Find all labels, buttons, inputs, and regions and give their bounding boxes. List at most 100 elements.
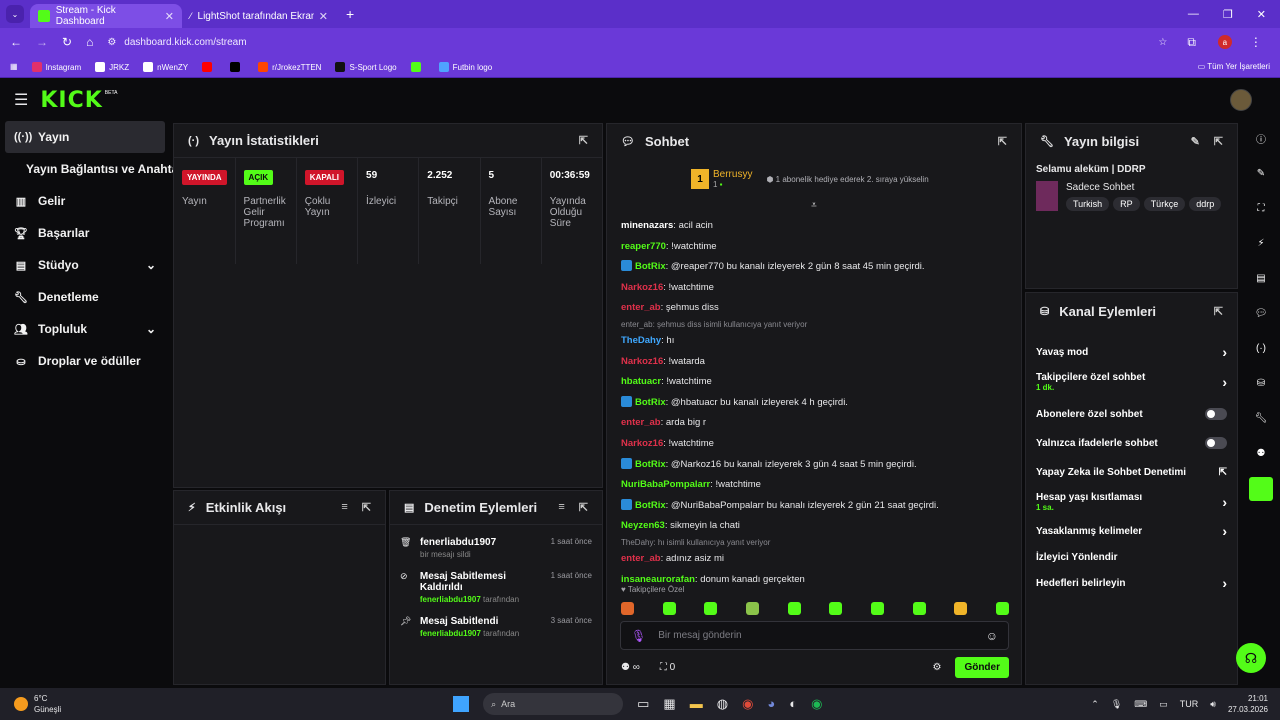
- steam-icon[interactable]: ◐: [789, 696, 797, 712]
- emote-icon[interactable]: [829, 602, 843, 615]
- chat-username[interactable]: insaneaurorafan: [621, 574, 695, 585]
- new-tab-button[interactable]: +: [346, 6, 354, 22]
- chat-username[interactable]: NuriBabaPompalarr: [621, 479, 710, 490]
- bookmark-star-icon[interactable]: ☆: [1158, 37, 1167, 48]
- back-icon[interactable]: ←: [10, 35, 22, 49]
- slow-mode-row[interactable]: Yavaş mod ›: [1026, 339, 1237, 365]
- actions-icon[interactable]: ⛁: [1257, 366, 1265, 401]
- chat-username[interactable]: Narkoz16: [621, 356, 663, 367]
- banned-words-row[interactable]: Yasaklanmış kelimeler ›: [1026, 517, 1237, 545]
- store-icon[interactable]: ▦: [663, 696, 675, 712]
- chat-message[interactable]: hbatuacr: !watchtime: [621, 372, 1007, 393]
- popout-icon[interactable]: ⇱: [1214, 305, 1223, 318]
- popout-icon[interactable]: ⇱: [1214, 135, 1223, 148]
- emote-icon[interactable]: [870, 602, 884, 615]
- chat-message[interactable]: BotRix: @Narkoz16 bu kanalı izleyerek 3 …: [621, 455, 1007, 476]
- bookmark-reddit[interactable]: r/JrokezTTEN: [258, 61, 321, 72]
- chat-message[interactable]: Narkoz16: !watchtime: [621, 278, 1007, 299]
- sidebar-item-studyo[interactable]: ▤ Stüdyo ⌄: [0, 249, 170, 281]
- close-window-icon[interactable]: ✕: [1257, 8, 1266, 21]
- sidebar-item-yayin[interactable]: ((·)) Yayın: [5, 121, 165, 153]
- apps-icon[interactable]: ▦: [10, 62, 18, 71]
- restore-icon[interactable]: ❐: [1223, 8, 1233, 21]
- url-field[interactable]: ⚙ dashboard.kick.com/stream ☆: [107, 37, 1167, 48]
- emoji-icon[interactable]: ☺: [986, 629, 998, 643]
- bookmark-kick[interactable]: [410, 61, 425, 72]
- keyboard-icon[interactable]: ⌨: [1134, 699, 1147, 710]
- chat-username[interactable]: Narkoz16: [621, 438, 663, 449]
- task-view-icon[interactable]: ▭: [637, 696, 649, 712]
- chat-username[interactable]: enter_ab: [621, 553, 661, 564]
- subscribers-only-row[interactable]: Abonelere özel sohbet: [1026, 399, 1237, 429]
- windows-start-icon[interactable]: [453, 696, 470, 712]
- game-icon[interactable]: [1249, 471, 1273, 506]
- chat-message[interactable]: Narkoz16: !watchtime: [621, 434, 1007, 455]
- bookmark-ssport[interactable]: S-Sport Logo: [335, 61, 397, 72]
- chat-message[interactable]: BotRix: @hbatuacr bu kanalı izleyerek 4 …: [621, 393, 1007, 414]
- chat-message[interactable]: Neyzen63: sikmeyin la chati: [621, 516, 1007, 537]
- hamburger-menu-icon[interactable]: ☰: [14, 90, 28, 110]
- microphone-icon[interactable]: 🎙︎: [1111, 699, 1122, 710]
- pinned-expand-icon[interactable]: ⩡: [607, 200, 1021, 212]
- sidebar-item-stream-key[interactable]: Yayın Bağlantısı ve Anahtarı: [0, 153, 186, 185]
- popout-icon[interactable]: ⇱: [579, 501, 588, 514]
- emote-icon[interactable]: [787, 602, 801, 615]
- clock[interactable]: 21:01 27.03.2026: [1228, 693, 1268, 715]
- chat-message[interactable]: enter_ab: arda big r: [621, 413, 1007, 434]
- chat-username[interactable]: Narkoz16: [621, 282, 663, 293]
- sidebar-item-basarilar[interactable]: 🏆︎ Başarılar: [0, 217, 170, 249]
- edit-icon[interactable]: ✎: [1257, 156, 1265, 191]
- tab-lightshot[interactable]: ⁄ LightShot tarafından Ekran Gör... ✕: [182, 4, 336, 28]
- goals-row[interactable]: Hedefleri belirleyin ›: [1026, 569, 1237, 597]
- filter-icon[interactable]: ≡: [558, 501, 564, 514]
- support-headset-icon[interactable]: ☊: [1236, 643, 1266, 673]
- chat-username[interactable]: BotRix: [635, 397, 666, 408]
- emote-icon[interactable]: [912, 602, 926, 615]
- display-icon[interactable]: ▭: [1159, 699, 1168, 710]
- gift-icon[interactable]: ⛶ 0: [660, 662, 675, 673]
- ai-moderation-row[interactable]: Yapay Zeka ile Sohbet Denetimi ⇱: [1026, 457, 1237, 487]
- emote-icon[interactable]: [995, 602, 1009, 615]
- chat-username[interactable]: minenazars: [621, 220, 673, 231]
- chat-username[interactable]: BotRix: [635, 261, 666, 272]
- chat-username[interactable]: TheDahy: [621, 335, 661, 346]
- chat-username[interactable]: reaper770: [621, 241, 666, 252]
- bookmark-x[interactable]: [230, 61, 244, 72]
- popout-icon[interactable]: ⇱: [998, 135, 1007, 148]
- emote-icon[interactable]: [704, 602, 718, 615]
- chat-username[interactable]: BotRix: [635, 500, 666, 511]
- emote-icon[interactable]: [745, 602, 759, 615]
- taskbar-search[interactable]: ⌕ Ara: [483, 693, 624, 715]
- followers-only-row[interactable]: Takipçilere özel sohbet 1 dk. ›: [1026, 365, 1237, 399]
- broadcast-icon[interactable]: (·): [1256, 331, 1266, 366]
- account-age-row[interactable]: Hesap yaşı kısıtlaması 1 sa. ›: [1026, 487, 1237, 517]
- people-icon[interactable]: ⚉: [1257, 436, 1266, 471]
- emote-icon[interactable]: [621, 602, 634, 615]
- info-icon[interactable]: ⓘ: [1256, 121, 1266, 156]
- emotes-only-toggle[interactable]: [1205, 437, 1227, 449]
- folder-icon[interactable]: ▬: [690, 696, 703, 712]
- popout-icon[interactable]: ⇱: [362, 501, 371, 514]
- chevron-up-icon[interactable]: ⌃: [1091, 699, 1099, 710]
- subscribers-only-toggle[interactable]: [1205, 408, 1227, 420]
- chat-message[interactable]: reaper770: !watchtime: [621, 237, 1007, 258]
- chat-username[interactable]: Neyzen63: [621, 520, 665, 531]
- chat-message[interactable]: enter_ab: adınız asiz mi: [621, 549, 1007, 570]
- wrench-icon[interactable]: 🔧︎: [1255, 401, 1268, 436]
- user-avatar[interactable]: [1230, 89, 1252, 111]
- chat-username[interactable]: enter_ab: [621, 417, 661, 428]
- profile-avatar[interactable]: a: [1217, 35, 1232, 49]
- bookmark-jrkz[interactable]: JRKZ: [95, 61, 129, 72]
- bookmark-youtube[interactable]: [202, 61, 216, 72]
- minimize-icon[interactable]: —: [1188, 8, 1199, 21]
- close-icon[interactable]: ✕: [165, 10, 174, 23]
- menu-icon[interactable]: ⋮: [1250, 35, 1262, 49]
- chat-bubble-icon[interactable]: 💬︎: [1255, 296, 1268, 331]
- spotify-icon[interactable]: ◉: [811, 696, 822, 712]
- kick-logo[interactable]: KICK: [40, 88, 102, 113]
- chat-input[interactable]: 🎙︎ Bir mesaj gönderin ☺: [620, 621, 1009, 650]
- tab-kick-dashboard[interactable]: Stream - Kick Dashboard ✕: [30, 4, 182, 28]
- emotes-only-row[interactable]: Yalnızca ifadelerle sohbet: [1026, 429, 1237, 457]
- sidebar-item-gelir[interactable]: ▥ Gelir: [0, 185, 170, 217]
- reload-icon[interactable]: ↻: [62, 35, 72, 49]
